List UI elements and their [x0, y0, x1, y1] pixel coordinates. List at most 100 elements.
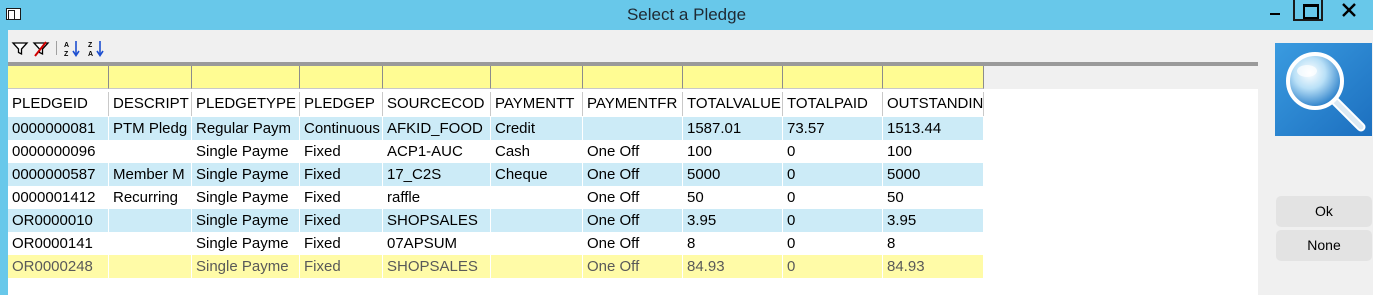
- table-cell: One Off: [583, 186, 683, 209]
- table-cell: 0000000587: [8, 163, 109, 186]
- table-cell: Cash: [491, 140, 583, 163]
- table-cell: 0: [783, 140, 883, 163]
- column-header[interactable]: SOURCECOD: [383, 92, 491, 116]
- table-cell: 0: [783, 255, 883, 278]
- column-header[interactable]: PLEDGEP: [300, 92, 383, 116]
- table-cell: 100: [683, 140, 783, 163]
- filter-cell[interactable]: [8, 66, 109, 89]
- table-cell: One Off: [583, 255, 683, 278]
- filter-cell[interactable]: [683, 66, 783, 89]
- svg-text:Z: Z: [88, 42, 93, 49]
- table-cell: 0000000081: [8, 117, 109, 140]
- table-cell: 84.93: [683, 255, 783, 278]
- grid-toolbar: A Z Z A: [8, 39, 1258, 58]
- filter-cell[interactable]: [783, 66, 883, 89]
- filter-cell[interactable]: [383, 66, 491, 89]
- table-cell: One Off: [583, 140, 683, 163]
- table-cell: Credit: [491, 117, 583, 140]
- table-cell: 3.95: [683, 209, 783, 232]
- svg-text:A: A: [88, 51, 93, 57]
- filter-row-empty-area: [984, 66, 1258, 89]
- table-cell: [109, 209, 192, 232]
- table-cell: 5000: [883, 163, 984, 186]
- filter-row: [8, 66, 984, 89]
- table-cell: 0: [783, 186, 883, 209]
- column-header[interactable]: PAYMENTFR: [583, 92, 683, 116]
- table-cell: 8: [883, 232, 984, 255]
- filter-cell[interactable]: [883, 66, 984, 89]
- table-cell: 0000000096: [8, 140, 109, 163]
- ok-button[interactable]: Ok: [1276, 196, 1372, 227]
- pledge-grid[interactable]: PLEDGEID DESCRIPT PLEDGETYPE PLEDGEP SOU…: [8, 58, 1258, 295]
- table-cell: Fixed: [300, 232, 383, 255]
- table-cell: SHOPSALES: [383, 209, 491, 232]
- column-header[interactable]: PLEDGETYPE: [192, 92, 300, 116]
- table-cell: Member M: [109, 163, 192, 186]
- table-cell: One Off: [583, 209, 683, 232]
- maximize-button[interactable]: [1293, 0, 1323, 21]
- grid-top-border: [8, 58, 1258, 66]
- table-cell: Fixed: [300, 163, 383, 186]
- table-cell: 84.93: [883, 255, 984, 278]
- table-cell: 0: [783, 209, 883, 232]
- column-header[interactable]: TOTALPAID: [783, 92, 883, 116]
- dialog-client-area: A Z Z A PLEDGEID DESCRIPT PLEDGETYPE PLE…: [8, 30, 1373, 295]
- table-row-selected[interactable]: OR0000248 Single Payme Fixed SHOPSALES O…: [8, 255, 984, 278]
- table-cell: OR0000248: [8, 255, 109, 278]
- table-cell: Single Payme: [192, 255, 300, 278]
- table-cell: One Off: [583, 163, 683, 186]
- table-row[interactable]: 0000000587 Member M Single Payme Fixed 1…: [8, 163, 984, 186]
- svg-text:Z: Z: [64, 51, 69, 57]
- table-cell: 100: [883, 140, 984, 163]
- table-cell: Fixed: [300, 186, 383, 209]
- magnifier-icon: [1275, 43, 1372, 136]
- table-row[interactable]: OR0000141 Single Payme Fixed 07APSUM One…: [8, 232, 984, 255]
- column-header[interactable]: OUTSTANDIN: [883, 92, 984, 116]
- filter-cell[interactable]: [109, 66, 192, 89]
- toolbar-separator: [56, 41, 57, 55]
- grid-rows: 0000000081 PTM Pledg Regular Paym Contin…: [8, 117, 984, 278]
- table-cell: 0000001412: [8, 186, 109, 209]
- table-row[interactable]: 0000001412 Recurring Single Payme Fixed …: [8, 186, 984, 209]
- column-header[interactable]: TOTALVALUE: [683, 92, 783, 116]
- filter-cell[interactable]: [583, 66, 683, 89]
- sort-ascending-icon[interactable]: A Z: [63, 40, 81, 57]
- table-cell: [583, 117, 683, 140]
- table-cell: Single Payme: [192, 209, 300, 232]
- table-cell: [491, 232, 583, 255]
- table-cell: OR0000141: [8, 232, 109, 255]
- column-header-row: PLEDGEID DESCRIPT PLEDGETYPE PLEDGEP SOU…: [8, 92, 984, 116]
- sort-descending-icon[interactable]: Z A: [87, 40, 105, 57]
- table-cell: [491, 255, 583, 278]
- table-cell: 1513.44: [883, 117, 984, 140]
- table-cell: Single Payme: [192, 140, 300, 163]
- clear-filter-icon[interactable]: [32, 40, 50, 57]
- table-row[interactable]: 0000000096 Single Payme Fixed ACP1-AUC C…: [8, 140, 984, 163]
- filter-cell[interactable]: [300, 66, 383, 89]
- table-cell: Fixed: [300, 255, 383, 278]
- close-button[interactable]: [1325, 0, 1373, 21]
- table-cell: 0: [783, 163, 883, 186]
- table-cell: Single Payme: [192, 186, 300, 209]
- table-cell: [491, 186, 583, 209]
- table-cell: Single Payme: [192, 163, 300, 186]
- column-header[interactable]: PAYMENTT: [491, 92, 583, 116]
- filter-cell[interactable]: [192, 66, 300, 89]
- filter-icon[interactable]: [11, 40, 29, 57]
- column-header[interactable]: DESCRIPT: [109, 92, 192, 116]
- column-header[interactable]: PLEDGEID: [8, 92, 109, 116]
- minimize-button[interactable]: [1259, 0, 1291, 21]
- table-cell: 0: [783, 232, 883, 255]
- table-row[interactable]: 0000000081 PTM Pledg Regular Paym Contin…: [8, 117, 984, 140]
- table-cell: [109, 140, 192, 163]
- table-row[interactable]: OR0000010 Single Payme Fixed SHOPSALES O…: [8, 209, 984, 232]
- none-button[interactable]: None: [1276, 230, 1372, 261]
- table-cell: 8: [683, 232, 783, 255]
- search-button[interactable]: [1275, 43, 1372, 136]
- title-bar: Select a Pledge: [0, 0, 1373, 30]
- filter-cell[interactable]: [491, 66, 583, 89]
- close-icon: [1342, 3, 1356, 17]
- table-cell: 3.95: [883, 209, 984, 232]
- table-cell: PTM Pledg: [109, 117, 192, 140]
- table-cell: One Off: [583, 232, 683, 255]
